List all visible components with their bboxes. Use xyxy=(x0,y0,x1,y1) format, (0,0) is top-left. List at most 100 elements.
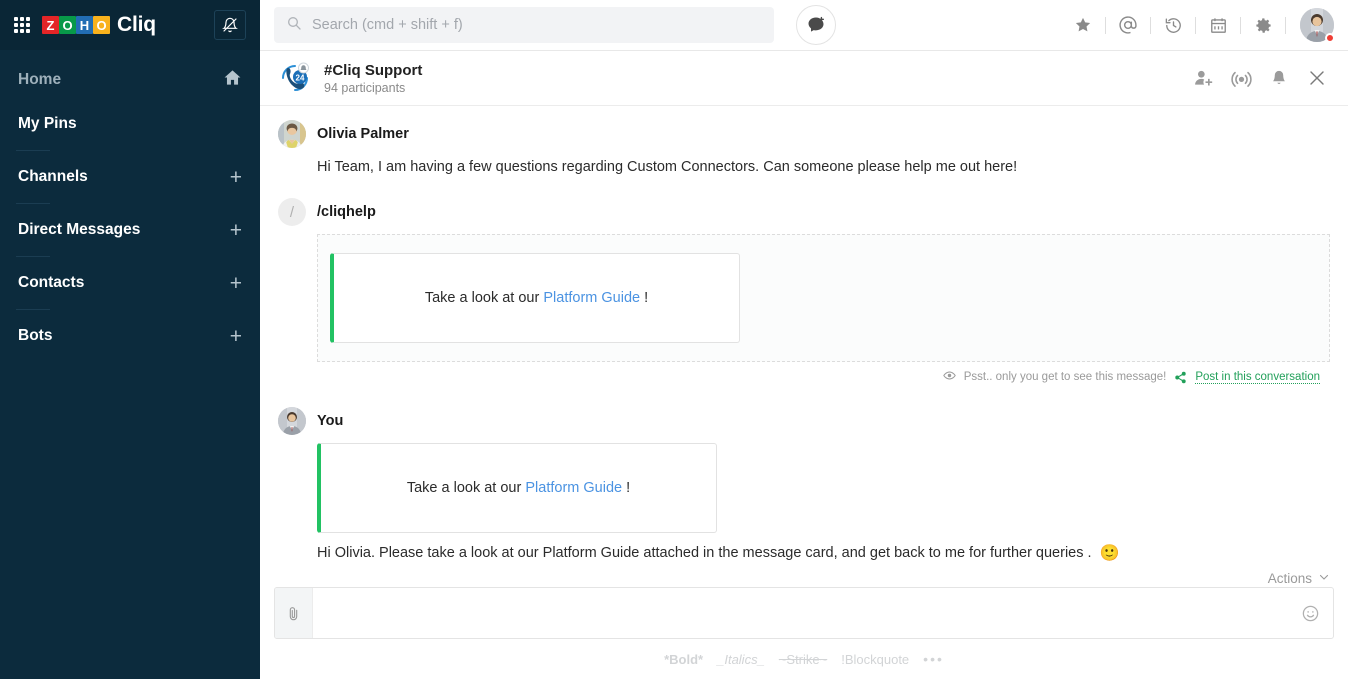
sidebar-item-label: Direct Messages xyxy=(18,221,230,239)
olivia-avatar xyxy=(278,120,306,148)
message-olivia: Olivia Palmer Hi Team, I am having a few… xyxy=(260,106,1348,178)
composer-area: *Bold* _Italics_ ~Strike~ !Blockquote ••… xyxy=(260,587,1348,679)
home-icon[interactable] xyxy=(223,68,242,92)
sidebar-divider xyxy=(16,203,50,204)
message-input[interactable] xyxy=(313,588,1287,638)
sidebar-item-channels[interactable]: Channels + xyxy=(0,155,260,199)
message-card[interactable]: Take a look at our Platform Guide ! xyxy=(317,443,717,533)
smiley-icon[interactable] xyxy=(1287,588,1333,638)
message-cliqhelp: / /cliqhelp Take a look at our Platform … xyxy=(260,178,1348,385)
composer xyxy=(274,587,1334,639)
logo-tile-o1: O xyxy=(59,16,76,34)
format-more-icon[interactable]: ••• xyxy=(923,651,944,667)
sidebar-item-label: Bots xyxy=(18,327,230,345)
grid-apps-icon[interactable] xyxy=(14,17,30,33)
card-text: Take a look at our Platform Guide ! xyxy=(425,290,648,306)
top-bar: Search (cmd + shift + f) xyxy=(260,0,1348,51)
calendar-icon[interactable] xyxy=(1196,8,1240,42)
format-hint-strike: ~Strike~ xyxy=(779,652,827,667)
message-sender: Olivia Palmer xyxy=(317,126,409,142)
top-bar-actions xyxy=(1061,8,1334,42)
message-header: / /cliqhelp xyxy=(278,198,1330,226)
mention-at-icon[interactable] xyxy=(1106,8,1150,42)
app-root: Z O H O Cliq Home xyxy=(0,0,1348,679)
channel-participants: 94 participants xyxy=(324,81,422,95)
sidebar-item-bots[interactable]: Bots + xyxy=(0,314,260,358)
logo-word-cliq: Cliq xyxy=(117,13,156,37)
actions-dropdown[interactable]: Actions xyxy=(260,565,1348,586)
sidebar-divider xyxy=(16,309,50,310)
add-bot-icon[interactable]: + xyxy=(230,326,242,347)
sidebar-item-label: My Pins xyxy=(18,115,242,133)
logo-tile-o2: O xyxy=(93,16,110,34)
message-text: Hi Olivia. Please take a look at our Pla… xyxy=(317,543,1092,564)
add-direct-message-icon[interactable]: + xyxy=(230,220,242,241)
new-conversation-icon[interactable] xyxy=(796,5,836,45)
card-text: Take a look at our Platform Guide ! xyxy=(407,480,630,496)
divider xyxy=(1285,17,1286,34)
sidebar-item-home[interactable]: Home xyxy=(0,58,260,102)
search-input[interactable]: Search (cmd + shift + f) xyxy=(274,7,774,43)
message-you: You Take a look at our Platform Guide ! … xyxy=(260,385,1348,565)
channel-meta: #Cliq Support 94 participants xyxy=(324,62,422,95)
message-text: Hi Team, I am having a few questions reg… xyxy=(278,148,1330,178)
support-24-phone-icon: 24 xyxy=(278,61,312,95)
share-icon[interactable] xyxy=(1174,371,1187,384)
search-icon xyxy=(286,15,302,36)
sidebar-nav: Home My Pins Channels + Direct Messages … xyxy=(0,50,260,358)
sidebar-item-contacts[interactable]: Contacts + xyxy=(0,261,260,305)
sidebar-header: Z O H O Cliq xyxy=(0,0,260,50)
message-list: Olivia Palmer Hi Team, I am having a few… xyxy=(260,106,1348,587)
sidebar-item-my-pins[interactable]: My Pins xyxy=(0,102,260,146)
star-icon[interactable] xyxy=(1061,8,1105,42)
eye-icon xyxy=(943,369,956,385)
avatar[interactable] xyxy=(1300,8,1334,42)
sidebar-item-label: Home xyxy=(18,71,223,89)
gear-icon[interactable] xyxy=(1241,8,1285,42)
format-hints-bar: *Bold* _Italics_ ~Strike~ !Blockquote ••… xyxy=(260,639,1348,679)
smiley-emoji: 🙂 xyxy=(1100,542,1120,565)
close-icon[interactable] xyxy=(1304,65,1330,91)
paperclip-icon[interactable] xyxy=(275,588,313,638)
channel-header: 24 #Cliq Support 94 participants xyxy=(260,51,1348,106)
card-text-before: Take a look at our xyxy=(425,290,539,306)
add-contact-icon[interactable]: + xyxy=(230,273,242,294)
sidebar-item-direct-messages[interactable]: Direct Messages + xyxy=(0,208,260,252)
platform-guide-link[interactable]: Platform Guide xyxy=(525,480,622,496)
sidebar-item-label: Channels xyxy=(18,168,230,186)
channel-actions xyxy=(1190,65,1330,91)
add-participant-icon[interactable] xyxy=(1190,65,1216,91)
zoho-cliq-logo[interactable]: Z O H O Cliq xyxy=(42,13,156,37)
bell-icon[interactable] xyxy=(1266,65,1292,91)
message-header: Olivia Palmer xyxy=(278,120,1330,148)
post-in-conversation-link[interactable]: Post in this conversation xyxy=(1195,371,1320,384)
ephemeral-card-container: Take a look at our Platform Guide ! xyxy=(317,234,1330,362)
actions-label: Actions xyxy=(1268,571,1312,586)
search-placeholder: Search (cmd + shift + f) xyxy=(312,17,463,33)
message-text-row: Hi Olivia. Please take a look at our Pla… xyxy=(278,533,1330,565)
history-clock-icon[interactable] xyxy=(1151,8,1195,42)
add-channel-icon[interactable]: + xyxy=(230,167,242,188)
card-text-after: ! xyxy=(644,290,648,306)
card-text-before: Take a look at our xyxy=(407,480,521,496)
ephemeral-note-row: Psst.. only you get to see this message!… xyxy=(278,362,1330,385)
message-card[interactable]: Take a look at our Platform Guide ! xyxy=(330,253,740,343)
status-badge xyxy=(1325,33,1335,43)
sidebar-item-label: Contacts xyxy=(18,274,230,292)
main-area: Search (cmd + shift + f) xyxy=(260,0,1348,679)
svg-text:24: 24 xyxy=(296,74,305,83)
message-sender: /cliqhelp xyxy=(317,204,376,220)
chevron-down-icon xyxy=(1318,571,1330,586)
message-header: You xyxy=(278,407,1330,435)
format-hint-italics: _Italics_ xyxy=(717,652,765,667)
format-hint-bold: *Bold* xyxy=(664,652,703,667)
sidebar: Z O H O Cliq Home xyxy=(0,0,260,679)
platform-guide-link[interactable]: Platform Guide xyxy=(543,290,640,306)
message-sender: You xyxy=(317,413,343,429)
broadcast-icon[interactable] xyxy=(1228,65,1254,91)
bell-muted-icon[interactable] xyxy=(214,10,246,40)
logo-tile-z: Z xyxy=(42,16,59,34)
slash-command-icon: / xyxy=(278,198,306,226)
card-text-after: ! xyxy=(626,480,630,496)
format-hint-blockquote: !Blockquote xyxy=(841,652,909,667)
